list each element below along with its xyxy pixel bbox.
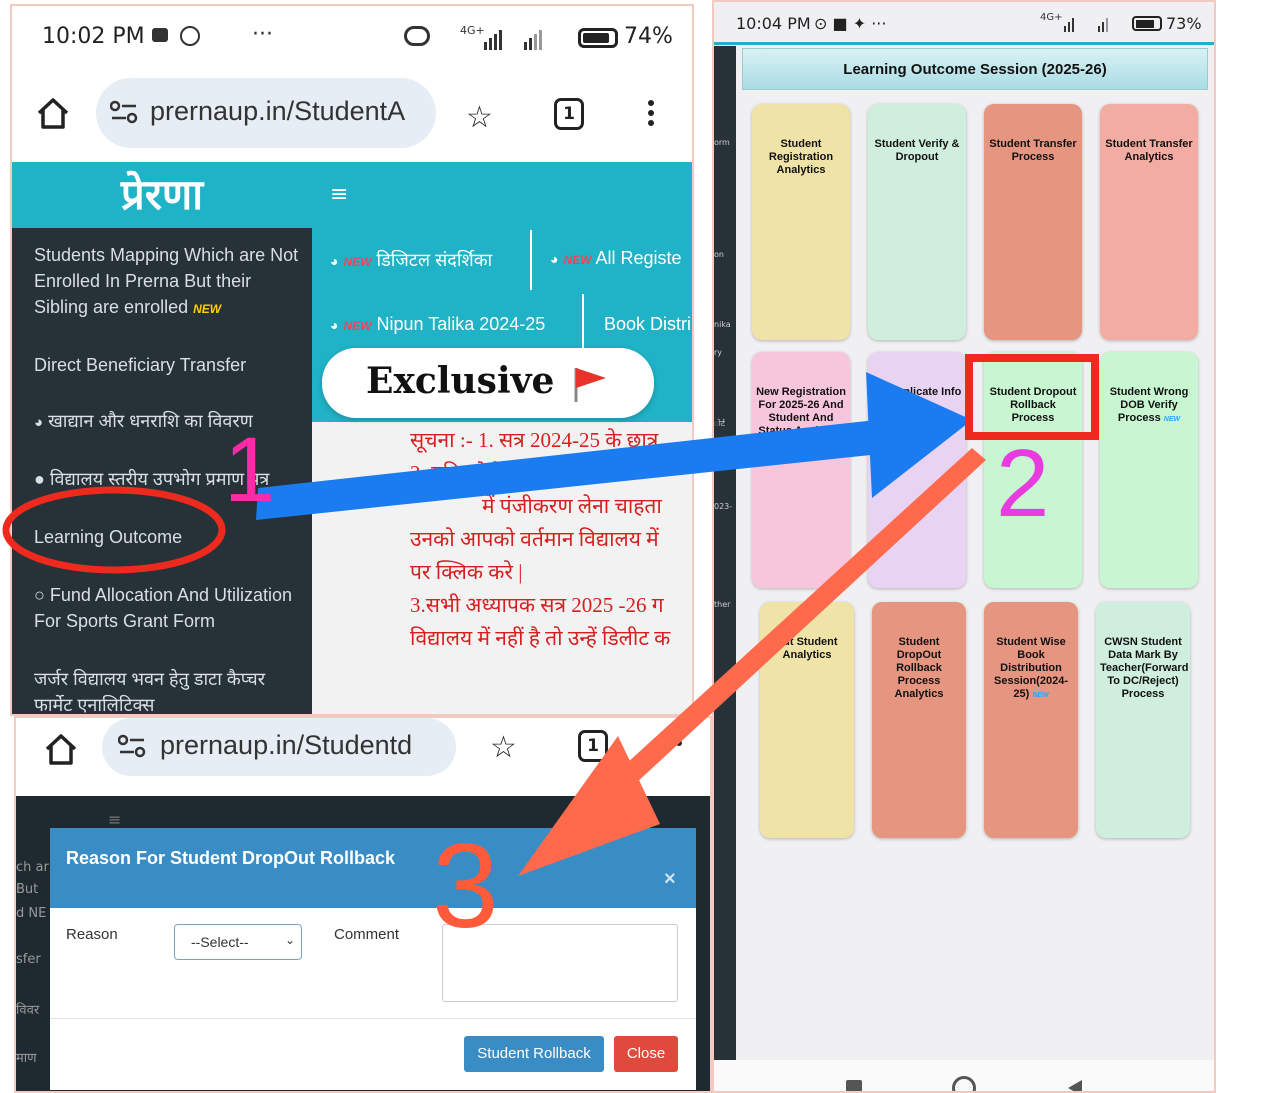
step-number-3: 3 [432, 819, 499, 953]
annotation-overlay [2, 354, 1099, 876]
rollback-tile-highlight [965, 354, 1099, 440]
blue-arrow [256, 372, 972, 520]
step-number-2: 2 [996, 430, 1050, 537]
red-arrow [518, 448, 986, 876]
learning-outcome-highlight [2, 486, 226, 574]
step-number-1: 1 [224, 419, 276, 521]
